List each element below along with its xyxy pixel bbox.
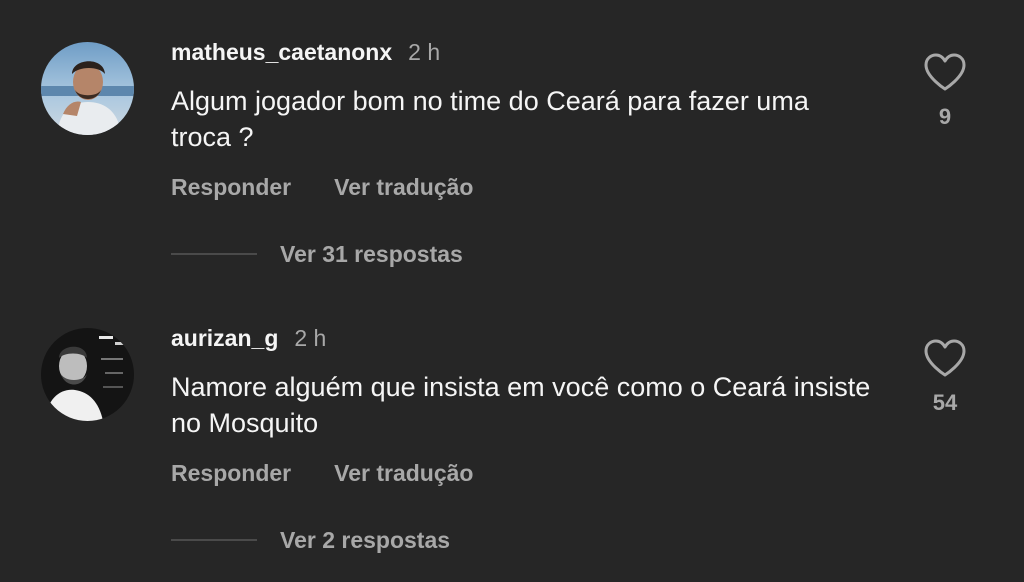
like-count: 9 [938, 104, 952, 129]
heart-outline-icon[interactable] [923, 52, 967, 92]
view-replies-label: Ver 2 respostas [280, 526, 451, 553]
comment-text: Namore alguém que insista em você como o… [171, 372, 871, 438]
view-replies-label: Ver 31 respostas [280, 240, 463, 267]
like-area: 9 [918, 52, 972, 130]
username[interactable]: aurizan_g [171, 325, 278, 352]
reply-button[interactable]: Responder [171, 460, 291, 487]
timestamp: 2 h [294, 324, 327, 351]
timestamp: 2 h [408, 38, 441, 65]
avatar[interactable] [41, 42, 134, 135]
see-translation-button[interactable]: Ver tradução [334, 460, 473, 487]
replies-divider [171, 539, 257, 541]
username[interactable]: matheus_caetanonx [171, 39, 392, 66]
comment-actions: Responder Ver tradução [171, 171, 473, 203]
comment-text: Algum jogador bom no time do Ceará para … [171, 86, 809, 152]
comment-actions: Responder Ver tradução [171, 457, 473, 489]
like-count: 54 [932, 390, 958, 415]
see-translation-button[interactable]: Ver tradução [334, 174, 473, 201]
avatar[interactable] [41, 328, 134, 421]
view-replies-button[interactable]: Ver 2 respostas [171, 523, 450, 557]
like-area: 54 [918, 338, 972, 416]
heart-outline-icon[interactable] [923, 338, 967, 378]
view-replies-button[interactable]: Ver 31 respostas [171, 237, 463, 271]
reply-button[interactable]: Responder [171, 174, 291, 201]
replies-divider [171, 253, 257, 255]
comment-header: matheus_caetanonx 2 h [171, 36, 440, 68]
comment-header: aurizan_g 2 h [171, 322, 326, 354]
